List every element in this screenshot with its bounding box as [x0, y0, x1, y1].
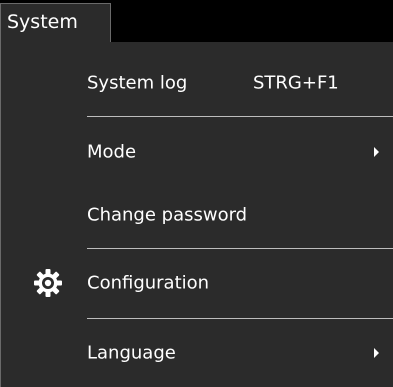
menu-item-system-log[interactable]: System log STRG+F1 — [1, 52, 393, 114]
menu-bar: System — [0, 0, 393, 42]
menu-item-label: Change password — [87, 204, 248, 226]
system-dropdown-menu: System log STRG+F1 Mode Change password — [0, 42, 393, 387]
menu-separator — [87, 318, 393, 319]
menu-separator — [87, 116, 393, 117]
menu-item-change-password[interactable]: Change password — [1, 184, 393, 246]
submenu-arrow-icon — [374, 147, 379, 157]
menu-system[interactable]: System — [0, 3, 111, 42]
menu-item-label: System log — [87, 72, 188, 94]
menu-item-label: Configuration — [87, 272, 210, 294]
menu-item-mode[interactable]: Mode — [1, 121, 393, 183]
menu-separator — [87, 248, 393, 249]
menu-item-label: Mode — [87, 141, 137, 163]
gear-icon — [33, 268, 63, 298]
submenu-arrow-icon — [374, 348, 379, 358]
menu-item-language[interactable]: Language — [1, 322, 393, 384]
menu-item-configuration[interactable]: Configuration — [1, 252, 393, 314]
menu-item-shortcut: STRG+F1 — [253, 72, 339, 94]
menu-item-label: Language — [87, 342, 176, 364]
